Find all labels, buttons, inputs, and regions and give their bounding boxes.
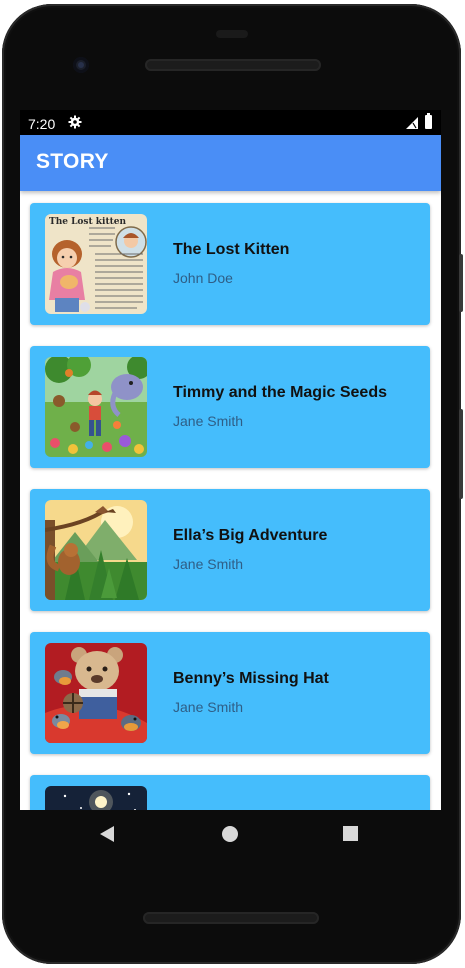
kitten-illustration: The Lost kitten <box>45 214 147 314</box>
navigation-bar <box>20 810 441 860</box>
svg-text:The Lost kitten: The Lost kitten <box>49 217 126 227</box>
teddy-bear-illustration <box>45 643 147 743</box>
forest-adventure-illustration <box>45 500 147 600</box>
story-author: Jane Smith <box>173 413 244 429</box>
story-list[interactable]: The Lost kitten The Lost Kitten John Doe… <box>20 191 441 810</box>
story-author: Jane Smith <box>173 699 244 715</box>
story-thumbnail-missing-hat <box>45 643 147 743</box>
recents-icon[interactable] <box>343 826 358 841</box>
magic-garden-illustration <box>45 357 147 457</box>
home-icon[interactable] <box>222 826 238 842</box>
volume-button <box>459 409 463 499</box>
bottom-speaker <box>143 912 319 924</box>
story-thumbnail-big-adventure <box>45 500 147 600</box>
gear-icon <box>68 115 82 129</box>
app-bar: STORY <box>20 135 441 191</box>
battery-icon <box>425 113 432 129</box>
story-title: Timmy and the Magic Seeds <box>173 384 387 401</box>
night-sky-illustration <box>45 786 147 810</box>
app-title: STORY <box>36 150 109 173</box>
story-title: Ella’s Big Adventure <box>173 527 328 544</box>
story-card[interactable] <box>30 775 430 810</box>
power-button <box>459 254 463 312</box>
status-time: 7:20 <box>28 116 56 132</box>
story-card[interactable]: Benny’s Missing Hat Jane Smith <box>30 632 430 754</box>
front-camera <box>73 57 89 73</box>
story-card[interactable]: Timmy and the Magic Seeds Jane Smith <box>30 346 430 468</box>
story-author: John Doe <box>173 270 233 286</box>
earpiece-speaker <box>145 59 321 71</box>
story-thumbnail-magic-seeds <box>45 357 147 457</box>
back-icon[interactable] <box>100 826 114 842</box>
story-thumbnail-lost-kitten: The Lost kitten <box>45 214 147 314</box>
story-title: The Lost Kitten <box>173 241 290 258</box>
proximity-sensor <box>216 30 248 38</box>
app-screen: 7:20 STORY The Lost kitten The Lost Kitt… <box>20 110 441 810</box>
story-thumbnail-night-sky <box>45 786 147 810</box>
signal-icon <box>406 117 418 129</box>
story-card[interactable]: The Lost kitten The Lost Kitten John Doe <box>30 203 430 325</box>
story-author: Jane Smith <box>173 556 244 572</box>
status-bar: 7:20 <box>20 110 441 135</box>
story-title: Benny’s Missing Hat <box>173 670 329 687</box>
story-card[interactable]: Ella’s Big Adventure Jane Smith <box>30 489 430 611</box>
